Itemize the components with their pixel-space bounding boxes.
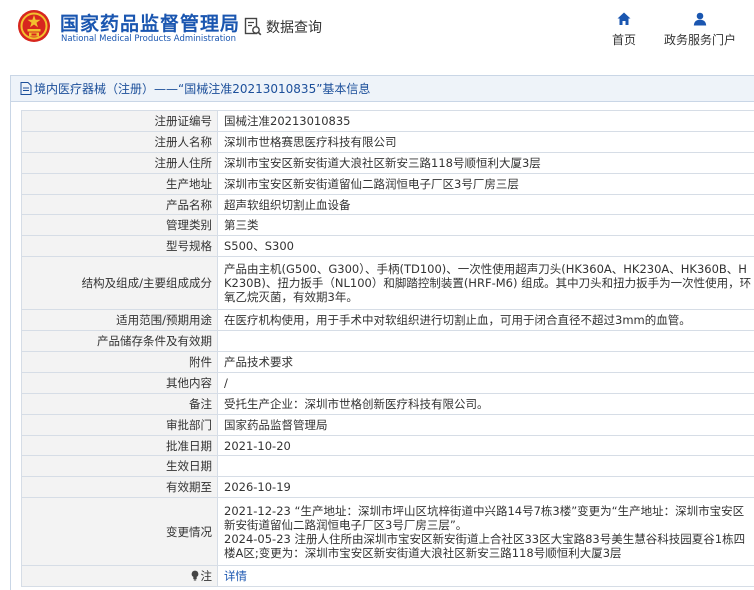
- change-log-text: 2021-12-23 “生产地址：深圳市坪山区坑梓街道中兴路14号7栋3楼”变更…: [224, 503, 746, 560]
- field-value: 国械注准20213010835: [217, 110, 754, 132]
- note-label: 注: [200, 569, 213, 584]
- table-row: 有效期至 2026-10-19: [21, 476, 754, 499]
- home-icon: [617, 12, 631, 25]
- table-row: 备注 受托生产企业：深圳市世格创新医疗科技有限公司。: [21, 392, 754, 415]
- lightbulb-icon: [191, 570, 198, 581]
- table-row: 注 详情: [21, 565, 754, 588]
- site-header: 国家药品监督管理局 National Medical Products Admi…: [0, 0, 754, 62]
- field-label: 附件: [21, 351, 218, 373]
- field-value: 受托生产企业：深圳市世格创新医疗科技有限公司。: [217, 392, 754, 415]
- field-label: 产品储存条件及有效期: [21, 330, 218, 353]
- table-row: 生效日期: [21, 455, 754, 478]
- nav-portal-label: 政务服务门户: [663, 33, 736, 47]
- field-label: 审批部门: [21, 413, 218, 436]
- detail-panel: 境内医疗器械（注册）——“国械注准20213010835”基本信息 注册证编号 …: [10, 75, 754, 590]
- field-label: 批准日期: [21, 434, 218, 457]
- table-row: 产品储存条件及有效期: [21, 330, 754, 353]
- nav-home[interactable]: 首页: [608, 12, 640, 48]
- table-row: 产品名称 超声软组织切割止血设备: [21, 193, 754, 216]
- table-row: 其他内容 /: [21, 371, 754, 394]
- national-emblem-icon: [18, 10, 50, 42]
- field-label: 结构及组成/主要组成成分: [21, 256, 218, 311]
- field-value: S500、S300: [217, 235, 754, 258]
- table-row: 变更情况 2021-12-23 “生产地址：深圳市坪山区坑梓街道中兴路14号7栋…: [21, 497, 754, 567]
- field-label: 有效期至: [21, 476, 218, 499]
- field-label: 注册人名称: [21, 130, 218, 153]
- table-row: 适用范围/预期用途 在医疗机构使用，用于手术中对软组织进行切割止血，可用于闭合直…: [21, 309, 754, 332]
- field-label: 管理类别: [21, 214, 218, 237]
- brand-subtitle: National Medical Products Administration: [61, 34, 236, 44]
- user-icon: [693, 12, 707, 26]
- field-value: [217, 330, 754, 353]
- field-label: 备注: [21, 392, 218, 415]
- registration-info-table: 注册证编号 国械注准20213010835 注册人名称 深圳市世格赛思医疗科技有…: [21, 110, 754, 588]
- field-value: 国家药品监督管理局: [217, 413, 754, 436]
- nav-home-label: 首页: [611, 33, 636, 47]
- table-row: 批准日期 2021-10-20: [21, 434, 754, 457]
- field-label: 注: [21, 565, 218, 588]
- field-label: 其他内容: [21, 371, 218, 394]
- table-row: 注册人名称 深圳市世格赛思医疗科技有限公司: [21, 130, 754, 153]
- field-value: 详情: [217, 565, 754, 588]
- field-value: 2021-10-20: [217, 434, 754, 457]
- table-row: 生产地址 深圳市宝安区新安街道留仙二路润恒电子厂区3号厂房三层: [21, 172, 754, 195]
- panel-header: 境内医疗器械（注册）——“国械注准20213010835”基本信息: [11, 76, 754, 102]
- field-value: 在医疗机构使用，用于手术中对软组织进行切割止血，可用于闭合直径不超过3mm的血管…: [217, 309, 754, 332]
- table-row: 注册人住所 深圳市宝安区新安街道大浪社区新安三路118号顺恒利大厦3层: [21, 151, 754, 174]
- field-value: 产品由主机(G500、G300）、手柄(TD100)、一次性使用超声刀头(HK3…: [217, 256, 754, 311]
- field-value: 深圳市宝安区新安街道大浪社区新安三路118号顺恒利大厦3层: [217, 151, 754, 174]
- brand-title: 国家药品监督管理局: [60, 13, 241, 35]
- field-value: 2026-10-19: [217, 476, 754, 499]
- field-value: /: [217, 371, 754, 394]
- field-label: 生产地址: [21, 172, 218, 195]
- field-value: 第三类: [217, 214, 754, 237]
- field-label: 适用范围/预期用途: [21, 309, 218, 332]
- data-query-label: 数据查询: [266, 20, 322, 36]
- table-row: 型号规格 S500、S300: [21, 235, 754, 258]
- field-value: 深圳市宝安区新安街道留仙二路润恒电子厂区3号厂房三层: [217, 172, 754, 195]
- table-row: 结构及组成/主要组成成分 产品由主机(G500、G300）、手柄(TD100)、…: [21, 256, 754, 311]
- field-value: [217, 455, 754, 478]
- field-label: 型号规格: [21, 235, 218, 258]
- nav-service-portal[interactable]: 政务服务门户: [659, 12, 741, 48]
- table-row: 管理类别 第三类: [21, 214, 754, 237]
- field-label: 注册证编号: [21, 110, 218, 132]
- table-row: 审批部门 国家药品监督管理局: [21, 413, 754, 436]
- table-row: 附件 产品技术要求: [21, 351, 754, 373]
- search-document-icon: [244, 17, 262, 36]
- field-value: 产品技术要求: [217, 351, 754, 373]
- field-label: 生效日期: [21, 455, 218, 478]
- field-label: 产品名称: [21, 193, 218, 216]
- data-query-link[interactable]: 数据查询: [244, 16, 322, 38]
- field-value: 2021-12-23 “生产地址：深圳市坪山区坑梓街道中兴路14号7栋3楼”变更…: [217, 497, 754, 567]
- field-value: 超声软组织切割止血设备: [217, 193, 754, 216]
- detail-link[interactable]: 详情: [224, 569, 247, 583]
- table-row: 注册证编号 国械注准20213010835: [21, 110, 754, 132]
- field-label: 变更情况: [21, 497, 218, 567]
- panel-title: 境内医疗器械（注册）——“国械注准20213010835”基本信息: [34, 82, 371, 96]
- field-label: 注册人住所: [21, 151, 218, 174]
- field-value: 深圳市世格赛思医疗科技有限公司: [217, 130, 754, 153]
- document-icon: [20, 82, 32, 95]
